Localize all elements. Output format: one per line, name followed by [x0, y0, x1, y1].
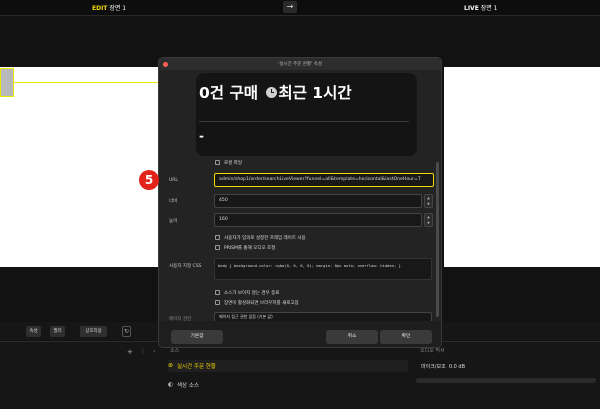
height-label: 높이	[169, 219, 178, 224]
order-count-label: 건 구매	[209, 84, 258, 102]
custom-fps-checkbox[interactable]	[215, 235, 220, 240]
card-divider	[199, 121, 409, 122]
sources-header: 소스	[170, 348, 180, 354]
transition-button[interactable]: →	[283, 1, 297, 13]
period-label: 최근 1시간	[278, 84, 352, 102]
top-bar	[0, 0, 600, 16]
refresh-checkbox[interactable]	[215, 300, 220, 305]
source-item-label[interactable]: 실시간 주문 현황	[177, 362, 216, 370]
source-options-icon[interactable]: ⋮	[140, 348, 146, 355]
ok-button[interactable]: 확인	[380, 330, 432, 344]
interact-button[interactable]: 상호작용	[80, 326, 107, 337]
card-placeholder-dash: -	[199, 129, 204, 143]
collapse-icon[interactable]: ‹	[153, 348, 155, 355]
width-label: 너비	[169, 199, 178, 204]
live-preview-canvas	[444, 67, 600, 267]
edit-scene-label: EDIT 장면 1	[92, 3, 126, 12]
local-file-label: 로컬 파일	[224, 161, 242, 166]
prism-audio-checkbox[interactable]	[215, 245, 220, 250]
refresh-label: 장면이 활성화되면 브라우저를 새로고침	[224, 301, 299, 306]
color-source-icon: ◐	[168, 381, 174, 388]
custom-fps-label: 사용자가 임의로 설정한 프레임 레이트 사용	[224, 236, 306, 241]
refresh-icon[interactable]: ↻	[122, 326, 131, 337]
url-input[interactable]: admin/shop1/order/searchLiveViewer?funne…	[214, 173, 434, 187]
order-count-number: 0	[199, 84, 210, 102]
mic-level: 0.0 dB	[448, 364, 466, 370]
selected-source-box[interactable]	[0, 68, 14, 97]
height-input[interactable]: 160	[214, 213, 422, 227]
width-stepper[interactable]: ▲ ▼	[424, 194, 433, 208]
prism-audio-label: PRISM를 통해 오디오 조절	[224, 246, 276, 251]
edit-preview-canvas[interactable]	[0, 67, 160, 267]
order-count-text: 0건 구매 최근 1시간	[199, 81, 352, 103]
audio-mixer-header: 오디오 믹서	[420, 348, 445, 354]
mic-volume-slider[interactable]	[416, 378, 596, 383]
attributes-button[interactable]: 속성	[26, 326, 41, 337]
live-scene-name: 장면 1	[480, 5, 498, 12]
source-item-label[interactable]: 색상 소스	[177, 381, 199, 389]
step-number-badge: 5	[139, 170, 159, 190]
source-list	[168, 344, 408, 408]
alignment-guide-line	[14, 82, 160, 83]
browser-source-icon: ⊛	[168, 362, 174, 369]
url-label: URL	[169, 178, 178, 183]
mic-label: 마이크/보조	[421, 364, 446, 370]
clock-icon	[266, 87, 278, 98]
dialog-scrollbar[interactable]	[436, 162, 439, 317]
add-source-icon[interactable]: +	[127, 348, 133, 356]
mic-channel: 마이크/보조 0.0 dB	[421, 363, 465, 370]
custom-css-label: 사용자 지정 CSS	[169, 264, 202, 269]
height-stepper[interactable]: ▲ ▼	[424, 213, 433, 227]
width-input[interactable]: 450	[214, 194, 422, 208]
shutdown-checkbox[interactable]	[215, 290, 220, 295]
live-scene-label: LIVE 장면 1	[464, 3, 498, 12]
properties-dialog: '실시간 주문 현황' 속성 0건 구매 최근 1시간 - 로컬 파일 URL …	[158, 57, 442, 348]
dialog-title: '실시간 주문 현황' 속성	[277, 62, 323, 67]
custom-css-textarea[interactable]: body { background-color: rgba(0, 0, 0, 0…	[214, 258, 432, 280]
live-mode-tag: LIVE	[464, 5, 479, 12]
cancel-button[interactable]: 취소	[326, 330, 378, 344]
filter-button[interactable]: 필터	[50, 326, 65, 337]
default-button[interactable]: 기본값	[171, 330, 223, 344]
local-file-checkbox[interactable]	[215, 160, 220, 165]
edit-scene-name: 장면 1	[109, 5, 127, 12]
edit-mode-tag: EDIT	[92, 5, 108, 12]
shutdown-label: 소스가 보이지 않는 경우 종료	[224, 291, 280, 296]
